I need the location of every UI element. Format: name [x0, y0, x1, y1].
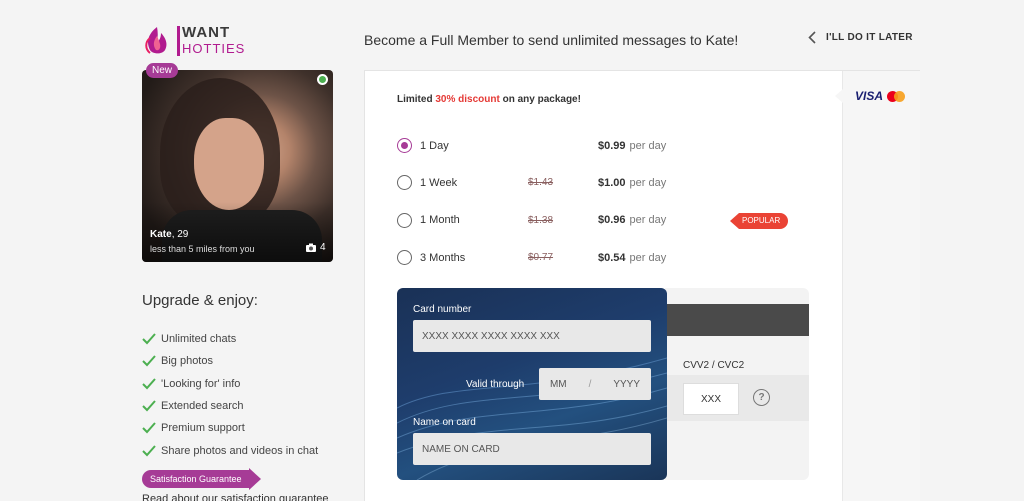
plan-option-1-week[interactable]: 1 Week $1.43 $1.00 per day	[397, 164, 817, 201]
plan-label: 1 Week	[420, 176, 458, 189]
discount-banner: Limited 30% discount on any package!	[397, 94, 581, 105]
photo-count[interactable]: 4	[306, 242, 326, 253]
check-icon	[142, 378, 156, 390]
feature-item: Extended search	[142, 395, 318, 417]
online-status-icon	[317, 74, 328, 85]
popular-badge: POPULAR	[730, 212, 789, 229]
new-badge: New	[146, 63, 179, 78]
satisfaction-guarantee-badge: Satisfaction Guarantee	[142, 468, 261, 490]
plan-price: $0.96	[598, 214, 626, 227]
card-front: Card number XXXX XXXX XXXX XXXX XXX Vali…	[397, 288, 667, 480]
logo-divider	[177, 26, 180, 56]
mastercard-icon	[887, 90, 906, 102]
profile-distance: less than 5 miles from you	[150, 244, 255, 254]
plan-option-3-months[interactable]: 3 Months $0.77 $0.54 per day	[397, 239, 817, 276]
card-number-input[interactable]: XXXX XXXX XXXX XXXX XXX	[413, 320, 651, 352]
plan-per: per day	[629, 139, 667, 152]
check-icon	[142, 333, 156, 345]
plan-label: 1 Day	[420, 139, 449, 152]
feature-item: Unlimited chats	[142, 328, 318, 350]
visa-logo: VISA	[855, 89, 884, 103]
card-number-label: Card number	[413, 304, 472, 315]
logo[interactable]: WANT HOTTIES	[140, 24, 244, 58]
radio-unselected[interactable]	[397, 212, 412, 228]
year-placeholder: YYYY	[613, 378, 641, 390]
logo-text-line1: WANT	[182, 24, 231, 41]
profile-name: Kate, 29	[150, 229, 189, 240]
month-placeholder: MM	[549, 378, 567, 390]
cvv-input[interactable]: XXX	[683, 383, 739, 415]
radio-unselected[interactable]	[397, 250, 412, 266]
feature-item: 'Looking for' info	[142, 373, 318, 395]
radio-selected[interactable]	[397, 138, 412, 154]
plan-list: 1 Day $0.99 per day 1 Week $1.43 $1.00 p…	[397, 127, 817, 276]
plan-price: $1.00	[598, 176, 626, 189]
feature-item: Big photos	[142, 350, 318, 372]
payment-method-tab[interactable]	[835, 71, 920, 501]
feature-item: Premium support	[142, 417, 318, 439]
payment-panel: VISA Limited 30% discount on any package…	[364, 70, 920, 501]
plan-price: $0.54	[598, 251, 626, 264]
radio-unselected[interactable]	[397, 175, 412, 191]
feature-list: Unlimited chats Big photos 'Looking for'…	[142, 328, 318, 462]
plan-option-1-day[interactable]: 1 Day $0.99 per day	[397, 127, 817, 164]
logo-text-line2: HOTTIES	[182, 41, 246, 56]
plan-label: 1 Month	[420, 214, 460, 227]
page-title: Become a Full Member to send unlimited m…	[364, 32, 739, 48]
card-brands: VISA	[855, 89, 906, 103]
do-it-later-button[interactable]: I'LL DO IT LATER	[808, 31, 913, 44]
plan-label: 3 Months	[420, 251, 466, 264]
do-it-later-label: I'LL DO IT LATER	[826, 32, 913, 43]
valid-through-label: Valid through	[466, 379, 525, 390]
check-icon	[142, 422, 156, 434]
upgrade-title: Upgrade & enjoy:	[142, 292, 258, 309]
photo-count-value: 4	[320, 242, 326, 253]
plan-per: per day	[629, 251, 667, 264]
plan-old-price: $0.77	[528, 252, 554, 264]
name-on-card-input[interactable]: NAME ON CARD	[413, 433, 651, 465]
expiry-input[interactable]: MM / YYYY	[539, 368, 651, 400]
chevron-left-icon	[808, 31, 816, 44]
guarantee-link[interactable]: Read about our satisfaction guarantee	[142, 493, 329, 501]
check-icon	[142, 400, 156, 412]
check-icon	[142, 355, 156, 367]
discount-value: 30% discount	[435, 94, 500, 105]
plan-per: per day	[629, 176, 667, 189]
card-back: CVV2 / CVC2 XXX ?	[665, 288, 809, 480]
photo-face	[194, 118, 264, 210]
plan-option-1-month[interactable]: 1 Month $1.38 $0.96 per day POPULAR	[397, 202, 817, 239]
plan-old-price: $1.43	[528, 177, 554, 189]
name-on-card-label: Name on card	[413, 417, 476, 428]
date-separator: /	[588, 378, 592, 390]
tab-pointer	[835, 89, 843, 103]
magnetic-stripe	[665, 304, 809, 336]
cvv-label: CVV2 / CVC2	[683, 360, 745, 371]
help-icon[interactable]: ?	[753, 389, 770, 406]
plan-price: $0.99	[598, 139, 626, 152]
plan-old-price: $1.38	[528, 214, 554, 226]
plan-per: per day	[629, 214, 667, 227]
camera-icon	[306, 243, 316, 252]
feature-item: Share photos and videos in chat	[142, 439, 318, 461]
check-icon	[142, 444, 156, 457]
flame-logo-icon	[145, 27, 167, 54]
